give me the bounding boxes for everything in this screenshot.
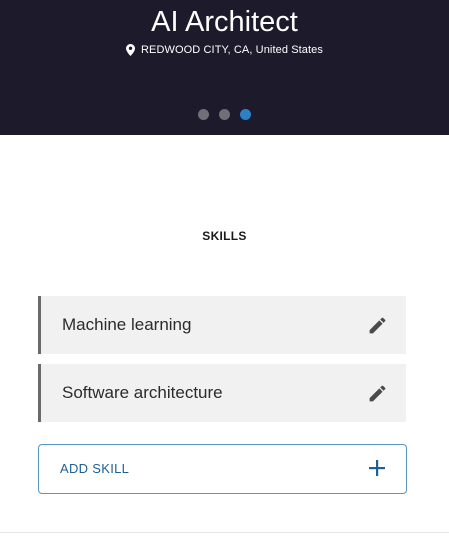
pencil-icon[interactable] — [367, 383, 388, 404]
add-skill-button[interactable]: ADD SKILL — [38, 444, 407, 494]
location: REDWOOD CITY, CA, United States — [0, 44, 449, 56]
skill-label: Software architecture — [62, 383, 223, 402]
skills-section-title: SKILLS — [202, 229, 247, 243]
location-text: REDWOOD CITY, CA, United States — [140, 44, 323, 56]
pager-dot[interactable] — [198, 109, 209, 120]
add-skill-label: ADD SKILL — [60, 461, 130, 476]
job-title: AI Architect — [151, 6, 298, 38]
skill-label: Machine learning — [62, 315, 192, 334]
pager-dot[interactable] — [219, 109, 230, 120]
pager-dot-active[interactable] — [240, 109, 251, 120]
map-pin-icon — [125, 44, 135, 56]
skill-item: Machine learning — [38, 296, 406, 354]
profile-header: AI Architect REDWOOD CITY, CA, United St… — [0, 0, 449, 135]
plus-icon — [369, 460, 385, 476]
skill-item: Software architecture — [38, 364, 406, 422]
carousel-pager — [0, 109, 449, 120]
pencil-icon[interactable] — [367, 315, 388, 336]
divider — [0, 532, 449, 533]
